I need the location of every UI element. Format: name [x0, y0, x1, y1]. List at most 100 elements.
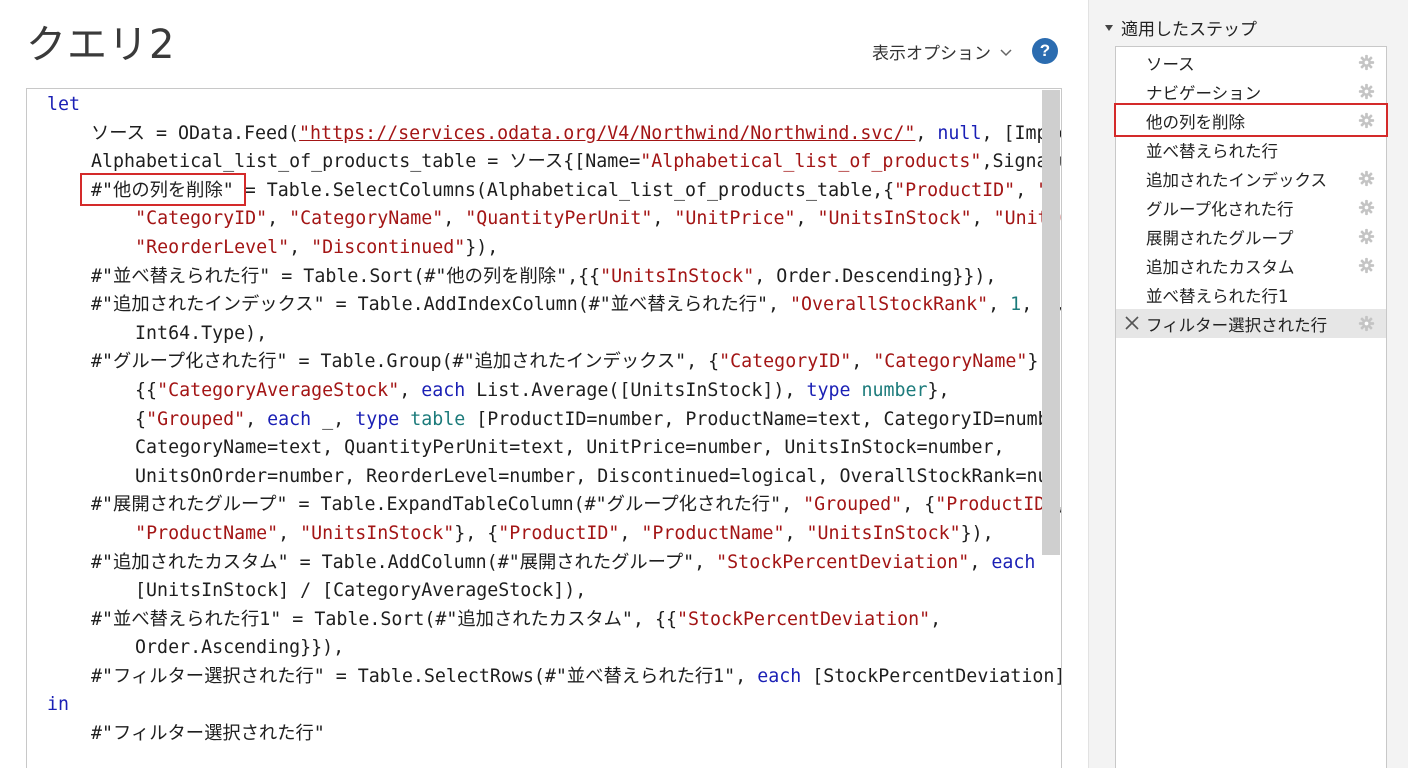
code-token: , — [443, 208, 466, 230]
applied-step-item[interactable]: 並べ替えられた行1 — [1116, 280, 1386, 309]
code-token: CategoryName=text, QuantityPerUnit=text,… — [47, 437, 1005, 459]
code-token: "Grouped" — [146, 408, 246, 430]
code-token: "Discontinued" — [311, 236, 466, 258]
applied-steps-list: ソースナビゲーション他の列を削除 並べ替えられた行追加されたインデックス グループ化… — [1115, 46, 1387, 768]
chevron-down-icon — [1000, 48, 1012, 56]
code-token: "CategoryID" — [719, 351, 852, 373]
gear-icon[interactable] — [1358, 54, 1375, 71]
code-token: each — [991, 551, 1036, 573]
code-line[interactable]: #"追加されたカスタム" = Table.AddColumn(#"展開されたグル… — [47, 549, 1059, 578]
collapse-triangle-icon — [1105, 24, 1113, 31]
code-line[interactable]: ソース = OData.Feed("https://services.odata… — [47, 120, 1061, 149]
gear-icon[interactable] — [1358, 315, 1375, 332]
display-options-dropdown[interactable]: 表示オプション — [872, 39, 1013, 64]
code-line[interactable]: {{"CategoryAverageStock", each List.Aver… — [47, 377, 1059, 406]
code-token: "UnitsInStock" — [300, 522, 455, 544]
applied-step-label: ソース — [1146, 54, 1195, 74]
code-token: , — [245, 408, 268, 430]
code-line[interactable]: CategoryName=text, QuantityPerUnit=text,… — [47, 434, 1059, 463]
code-line[interactable]: [UnitsInStock] / [CategoryAverageStock])… — [47, 577, 1059, 606]
applied-step-item[interactable]: グループ化された行 — [1116, 193, 1386, 222]
code-line[interactable]: #"グループ化された行" = Table.Group(#"追加されたインデックス… — [47, 348, 1059, 377]
applied-step-item[interactable]: フィルター選択された行 — [1116, 309, 1386, 338]
applied-steps-pane: 適用したステップ ソースナビゲーション他の列を削除 並べ替えられた行追加されたイン… — [1089, 0, 1408, 768]
code-token: "ProductID" — [498, 522, 620, 544]
code-line[interactable]: #"展開されたグループ" = Table.ExpandTableColumn(#… — [47, 491, 1061, 520]
code-token: "OverallStockRank" — [790, 294, 989, 316]
applied-step-label: 追加されたインデックス — [1146, 170, 1328, 190]
help-icon[interactable]: ? — [1032, 38, 1058, 64]
code-line[interactable]: Alphabetical_list_of_products_table = ソー… — [47, 148, 1061, 177]
applied-step-item[interactable]: 展開されたグループ — [1116, 222, 1386, 251]
code-line[interactable]: "CategoryID", "CategoryName", "QuantityP… — [47, 205, 1061, 234]
code-line[interactable]: #"他の列を削除" = Table.SelectColumns(Alphabet… — [47, 177, 1061, 206]
applied-step-item[interactable]: ナビゲーション — [1116, 77, 1386, 106]
code-token: #"追加されたカスタム" = Table.AddColumn(#"展開されたグル… — [47, 551, 717, 573]
display-options-label: 表示オプション — [872, 44, 991, 64]
code-token: UnitsOnOrder=number, ReorderLevel=number… — [47, 465, 1062, 487]
delete-step-icon[interactable] — [1124, 315, 1140, 331]
gear-icon[interactable] — [1358, 228, 1375, 245]
code-token: let — [47, 94, 81, 115]
code-token: #"グループ化された行" = Table.Group(#"追加されたインデックス… — [47, 351, 720, 373]
code-line[interactable]: in — [47, 691, 1059, 720]
code-token: }), — [960, 522, 994, 544]
code-line[interactable]: Int64.Type), — [47, 320, 1059, 349]
code-line[interactable]: #"フィルター選択された行" — [47, 720, 1059, 749]
applied-steps-header[interactable]: 適用したステップ — [1105, 15, 1257, 40]
code-line[interactable]: Order.Ascending}}), — [47, 634, 1059, 663]
gear-icon[interactable] — [1358, 257, 1375, 274]
applied-steps-title: 適用したステップ — [1121, 20, 1257, 40]
code-token: "QuantityPerUnit" — [465, 208, 653, 230]
code-token: "CategoryID" — [135, 208, 268, 230]
code-token: , — [851, 351, 874, 373]
code-token: Int64.Type), — [47, 322, 268, 344]
code-token: each — [757, 665, 802, 687]
code-line[interactable]: #"並べ替えられた行" = Table.Sort(#"他の列を削除",{{"Un… — [47, 263, 1059, 292]
applied-step-item[interactable]: ソース — [1116, 48, 1386, 77]
code-token: [StockPercentDeviation] — [801, 665, 1062, 687]
code-token: null — [937, 122, 982, 144]
gear-icon[interactable] — [1358, 199, 1375, 216]
applied-step-label: 展開されたグループ — [1146, 228, 1294, 248]
gear-icon[interactable] — [1358, 112, 1375, 129]
code-token: _, — [311, 408, 356, 430]
applied-step-item[interactable]: 追加されたインデックス — [1116, 164, 1386, 193]
code-token: , — [289, 236, 312, 258]
code-token: "ProductName" — [135, 522, 279, 544]
code-token: #"フィルター選択された行" = Table.SelectRows(#"並べ替え… — [47, 665, 758, 687]
code-token: each — [421, 379, 466, 401]
code-token: "StockPercentDeviation" — [676, 608, 931, 630]
code-line[interactable]: "ProductName", "UnitsInStock"}, {"Produc… — [47, 520, 1059, 549]
applied-step-item[interactable]: 他の列を削除 — [1116, 106, 1386, 135]
code-token: "ProductID" — [894, 179, 1016, 201]
code-line[interactable]: "ReorderLevel", "Discontinued"}), — [47, 234, 1059, 263]
advanced-editor-code-area[interactable]: let ソース = OData.Feed("https://services.o… — [26, 88, 1062, 768]
code-token: "ReorderLevel" — [135, 236, 290, 258]
code-token: List.Average([UnitsInStock]), — [465, 379, 807, 401]
code-token: , — [399, 379, 422, 401]
code-token: "https://services.odata.org/V4/Northwind… — [299, 122, 916, 144]
code-line[interactable]: #"追加されたインデックス" = Table.AddIndexColumn(#"… — [47, 291, 1061, 320]
code-line[interactable]: let — [47, 91, 1059, 120]
vertical-scrollbar-thumb[interactable] — [1042, 90, 1060, 555]
code-line[interactable]: #"並べ替えられた行1" = Table.Sort(#"追加されたカスタム", … — [47, 606, 1059, 635]
applied-step-label: フィルター選択された行 — [1146, 315, 1328, 335]
m-code[interactable]: let ソース = OData.Feed("https://services.o… — [47, 91, 1062, 749]
applied-step-item[interactable]: 並べ替えられた行 — [1116, 135, 1386, 164]
code-token: }), — [465, 236, 499, 258]
applied-step-label: ナビゲーション — [1146, 83, 1262, 103]
gear-icon[interactable] — [1358, 83, 1375, 100]
applied-step-item[interactable]: 追加されたカスタム — [1116, 251, 1386, 280]
code-line[interactable]: #"フィルター選択された行" = Table.SelectRows(#"並べ替え… — [47, 663, 1062, 692]
code-line[interactable]: UnitsOnOrder=number, ReorderLevel=number… — [47, 463, 1062, 492]
code-token: }, — [927, 379, 950, 401]
code-line[interactable]: {"Grouped", each _, type table [ProductI… — [47, 406, 1062, 435]
applied-step-label: グループ化された行 — [1146, 199, 1294, 219]
code-token: [ProductID=number, ProductName=text, Cat… — [465, 408, 1062, 430]
gear-icon[interactable] — [1358, 170, 1375, 187]
code-token: , — [915, 122, 938, 144]
